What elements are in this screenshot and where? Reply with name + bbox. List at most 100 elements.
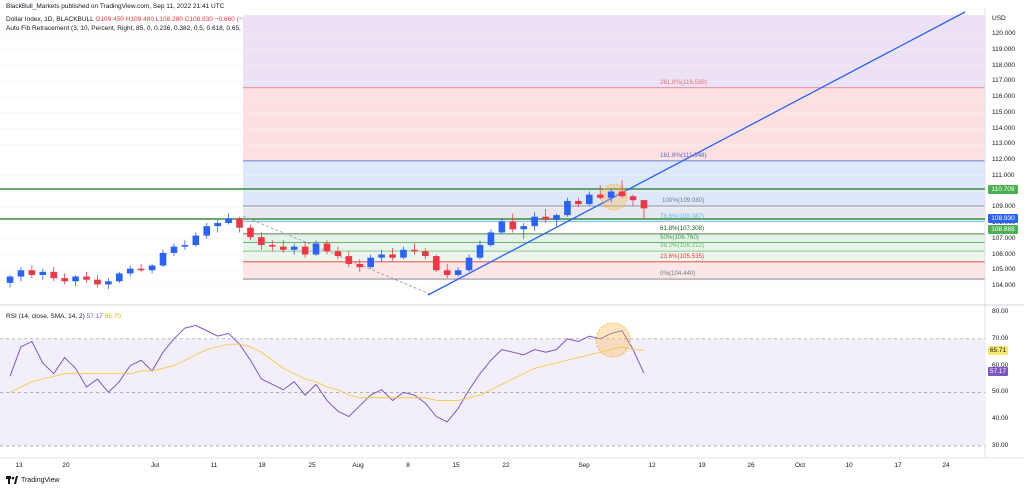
fib-label: 61.8%(107.308) bbox=[660, 224, 705, 232]
rsi-value-tag: 57.17 bbox=[988, 367, 1008, 376]
price-chart[interactable] bbox=[0, 0, 1024, 490]
price-tick-label: 107.000 bbox=[992, 234, 1016, 242]
price-tag-high: 110.709 bbox=[988, 185, 1018, 194]
fib-zones bbox=[243, 15, 985, 280]
fib-zone-5 bbox=[243, 233, 985, 243]
candle-body bbox=[585, 194, 593, 205]
fib-label: 50%(106.760) bbox=[660, 233, 699, 241]
fib-label: 78.6%(108.087) bbox=[660, 212, 705, 220]
candle-body bbox=[618, 191, 626, 197]
candle-body bbox=[6, 276, 14, 283]
candle-body bbox=[411, 249, 418, 252]
candle-body bbox=[170, 246, 178, 253]
rsi-ma-tag: 65.71 bbox=[988, 346, 1008, 355]
time-tick-label: 13 bbox=[15, 462, 23, 469]
candle-body bbox=[258, 237, 265, 246]
time-tick-label: Sep bbox=[578, 462, 590, 469]
candle-body bbox=[17, 270, 25, 277]
price-axis-currency: USD bbox=[992, 15, 1006, 22]
time-tick-label: 11 bbox=[210, 462, 218, 469]
candle-body bbox=[126, 268, 134, 274]
candle-body bbox=[269, 245, 276, 247]
rsi-value: 57.17 bbox=[86, 313, 103, 320]
time-tick-label: 24 bbox=[942, 462, 950, 469]
candle-body bbox=[498, 221, 506, 233]
candle-body bbox=[28, 270, 36, 275]
candle-body bbox=[312, 243, 320, 255]
candle-body bbox=[148, 265, 156, 271]
candle-body bbox=[192, 235, 200, 246]
candle-body bbox=[39, 271, 47, 275]
price-tag-last: 108.930 bbox=[988, 214, 1018, 223]
candle-body bbox=[94, 279, 101, 285]
candle-body bbox=[367, 257, 374, 268]
rsi-highlight-circle bbox=[595, 322, 631, 358]
candle-body bbox=[334, 251, 342, 257]
fib-zone-4 bbox=[243, 221, 985, 234]
candle-body bbox=[520, 226, 528, 230]
candle-body bbox=[564, 200, 571, 216]
time-tick-label: 17 bbox=[894, 462, 902, 469]
price-tick-label: 116.000 bbox=[992, 93, 1016, 100]
price-tag-low: 108.888 bbox=[988, 225, 1018, 234]
candle-body bbox=[553, 215, 560, 220]
candle-body bbox=[432, 256, 440, 271]
time-tick-label: 25 bbox=[308, 462, 316, 469]
candle-body bbox=[225, 218, 232, 223]
rsi-tick-label: 30.00 bbox=[992, 442, 1009, 449]
candle-body bbox=[214, 223, 221, 227]
candle-body bbox=[476, 245, 484, 258]
fib-label: 38.2%(106.212) bbox=[660, 242, 705, 250]
price-tick-label: 113.000 bbox=[992, 140, 1016, 148]
fib-label: 100%(109.080) bbox=[662, 196, 705, 204]
candle-body bbox=[542, 216, 549, 220]
candle-body bbox=[247, 227, 254, 238]
rsi-pane bbox=[0, 322, 985, 447]
fib-label: 0%(104.440) bbox=[660, 270, 696, 278]
time-tick-label: Oct bbox=[794, 462, 806, 469]
candle-body bbox=[137, 268, 145, 271]
candle-body bbox=[345, 256, 353, 264]
time-tick-label: Jul bbox=[150, 462, 160, 469]
candle-body bbox=[465, 257, 473, 271]
fib-label: 161.8%(111.948) bbox=[660, 151, 707, 159]
fib-zone-6 bbox=[243, 242, 985, 252]
rsi-ma-value: 65.70 bbox=[104, 313, 121, 320]
price-tick-label: 119.000 bbox=[992, 45, 1016, 53]
rsi-legend[interactable]: RSI (14, close, SMA, 14, 2) 57.17 65.70 bbox=[6, 313, 121, 320]
candle-body bbox=[389, 254, 396, 258]
rsi-tick-label: 50.00 bbox=[992, 388, 1009, 396]
price-tick-label: 104.000 bbox=[992, 282, 1016, 289]
rsi-tick-label: 80.00 bbox=[992, 308, 1009, 315]
rsi-tick-label: 40.00 bbox=[992, 415, 1009, 423]
price-tick-label: 111.000 bbox=[992, 171, 1015, 179]
candle-body bbox=[356, 263, 364, 268]
candle-body bbox=[203, 226, 211, 236]
footer: TradingView bbox=[6, 476, 60, 484]
candle-body bbox=[607, 191, 615, 198]
candle-body bbox=[323, 243, 331, 252]
candle-body bbox=[50, 271, 58, 279]
candle-body bbox=[290, 246, 298, 250]
candle-body bbox=[575, 200, 582, 205]
time-tick-label: 18 bbox=[258, 462, 266, 469]
time-tick-label: 19 bbox=[698, 462, 706, 469]
price-tick-label: 109.000 bbox=[992, 203, 1016, 211]
candle-body bbox=[487, 232, 495, 246]
price-tick-label: 106.000 bbox=[992, 250, 1016, 258]
candle-body bbox=[181, 245, 189, 247]
candle-body bbox=[116, 273, 123, 282]
candle-body bbox=[596, 194, 604, 198]
tradingview-logo-icon bbox=[6, 476, 18, 484]
candle-body bbox=[236, 218, 243, 228]
candle-body bbox=[640, 200, 648, 209]
time-tick-label: Aug bbox=[352, 462, 364, 469]
candle-body bbox=[72, 276, 79, 282]
candle-body bbox=[279, 246, 287, 250]
price-tick-label: 118.000 bbox=[992, 61, 1016, 69]
price-tick-label: 120.000 bbox=[992, 30, 1016, 37]
candle-body bbox=[509, 221, 517, 230]
candle-body bbox=[301, 246, 309, 255]
candle-body bbox=[454, 270, 462, 275]
candle-body bbox=[531, 216, 538, 227]
